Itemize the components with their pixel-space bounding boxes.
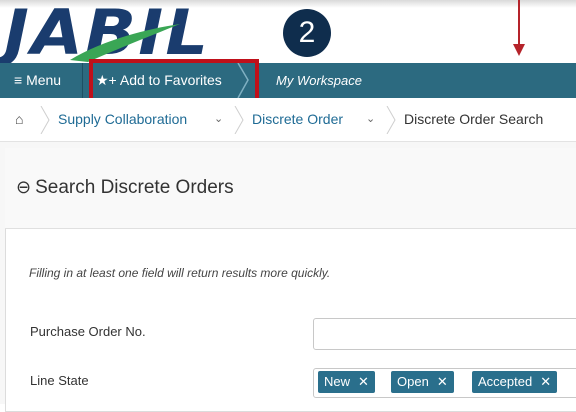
step-number-badge: 2: [283, 9, 331, 57]
header: JABIL 2: [0, 0, 576, 64]
breadcrumb: ⌂ Supply Collaboration ⌄ Discrete Order …: [0, 98, 576, 142]
breadcrumb-discrete-order-search: Discrete Order Search: [404, 111, 544, 127]
chip-label: Accepted: [478, 374, 533, 389]
breadcrumb-separator-icon: [40, 106, 50, 134]
breadcrumb-separator-icon: [234, 106, 244, 134]
search-panel-title[interactable]: ⊖ Search Discrete Orders: [16, 177, 234, 199]
breadcrumb-supply-collaboration[interactable]: Supply Collaboration: [58, 98, 187, 141]
menu-button[interactable]: ≡ Menu: [0, 63, 82, 98]
line-state-label: Line State: [30, 373, 89, 388]
close-icon[interactable]: ✕: [437, 374, 448, 389]
search-hint-text: Filling in at least one field will retur…: [29, 266, 331, 280]
hamburger-icon: ≡: [14, 72, 23, 88]
close-icon[interactable]: ✕: [540, 374, 551, 389]
chip-label: Open: [397, 374, 429, 389]
chevron-down-icon[interactable]: ⌄: [214, 98, 223, 141]
home-icon[interactable]: ⌂: [15, 98, 23, 141]
down-arrow-icon: [513, 0, 525, 56]
collapse-icon[interactable]: ⊖: [16, 177, 31, 198]
purchase-order-input[interactable]: [313, 318, 576, 350]
line-state-chip-new[interactable]: New ✕: [318, 371, 375, 393]
top-navbar: ≡ Menu ★+ Add to Favorites My Workspace: [0, 63, 576, 98]
line-state-chip-open[interactable]: Open ✕: [391, 371, 454, 393]
breadcrumb-separator-icon: [386, 106, 396, 134]
search-panel-title-text: Search Discrete Orders: [35, 177, 234, 198]
purchase-order-label: Purchase Order No.: [30, 324, 146, 339]
breadcrumb-discrete-order[interactable]: Discrete Order: [252, 98, 343, 141]
logo-swoosh-icon: [70, 24, 180, 62]
chevron-down-icon[interactable]: ⌄: [366, 98, 375, 141]
close-icon[interactable]: ✕: [358, 374, 369, 389]
line-state-chip-accepted[interactable]: Accepted ✕: [472, 371, 558, 393]
chip-label: New: [324, 374, 351, 389]
my-workspace-link[interactable]: My Workspace: [276, 63, 362, 98]
menu-label: Menu: [26, 72, 62, 88]
nav-divider: [82, 63, 83, 98]
